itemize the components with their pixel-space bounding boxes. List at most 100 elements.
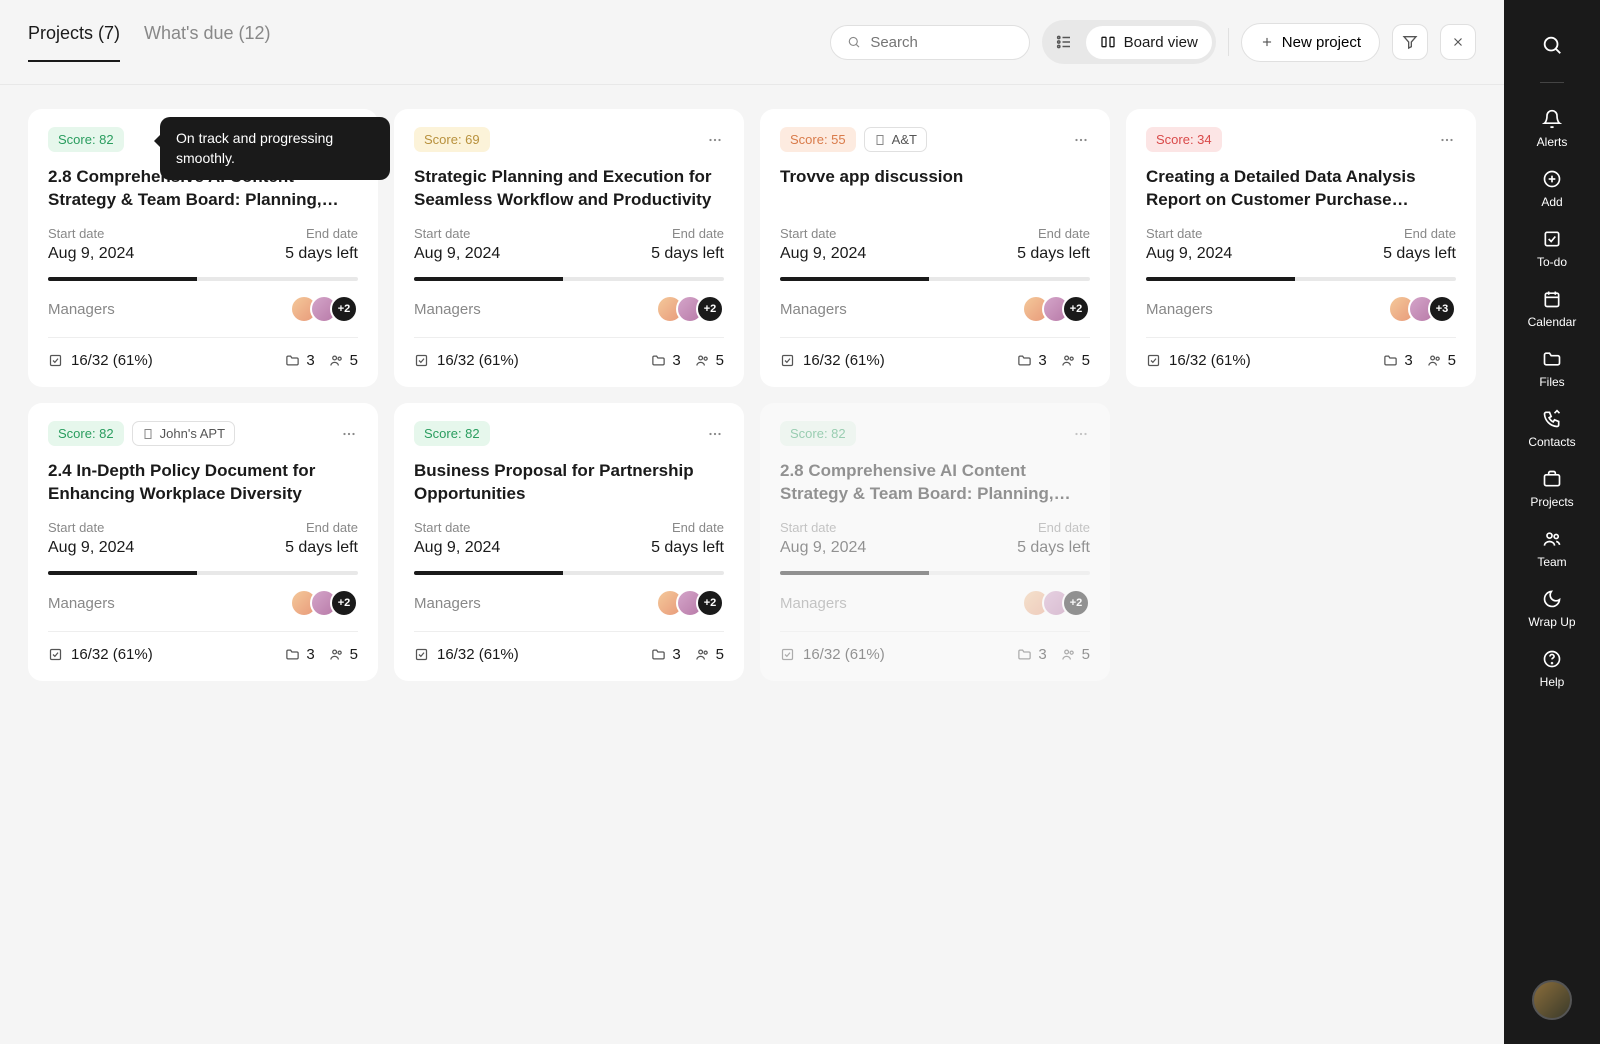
search-icon — [847, 34, 861, 50]
folder-icon — [1383, 353, 1398, 368]
project-card[interactable]: Score: 82 2.8 Comprehensive AI Content S… — [760, 403, 1110, 681]
apt-badge: John's APT — [132, 421, 235, 446]
apt-label: A&T — [892, 132, 917, 147]
tasks-count: 16/32 (61%) — [1169, 352, 1251, 369]
sidebar-todo[interactable]: To-do — [1504, 219, 1600, 279]
list-view-button[interactable] — [1046, 24, 1082, 60]
sidebar-contacts[interactable]: Contacts — [1504, 399, 1600, 459]
avatar-stack[interactable]: +3 — [1388, 295, 1456, 323]
card-menu-button[interactable] — [706, 131, 724, 149]
search-icon — [1541, 34, 1563, 56]
card-menu-button[interactable] — [1072, 425, 1090, 443]
project-card[interactable]: Score: 34 Creating a Detailed Data Analy… — [1126, 109, 1476, 387]
nav-label: Contacts — [1528, 435, 1575, 449]
card-menu-button[interactable] — [1438, 131, 1456, 149]
sidebar-help[interactable]: Help — [1504, 639, 1600, 699]
check-square-icon — [414, 647, 429, 662]
people-count: 5 — [716, 646, 724, 663]
nav-label: Files — [1539, 375, 1564, 389]
folder-icon — [285, 353, 300, 368]
progress-fill — [414, 571, 563, 575]
building-icon — [142, 428, 154, 440]
users-icon — [1542, 529, 1562, 549]
sidebar-files[interactable]: Files — [1504, 339, 1600, 399]
end-date-label: End date — [651, 226, 724, 241]
managers-label: Managers — [48, 301, 115, 318]
folders-count: 3 — [672, 352, 680, 369]
progress-bar — [414, 277, 724, 281]
user-avatar[interactable] — [1532, 980, 1572, 1020]
score-badge: Score: 34 — [1146, 127, 1222, 152]
start-date-label: Start date — [780, 226, 866, 241]
card-title: Creating a Detailed Data Analysis Report… — [1146, 166, 1456, 212]
end-date-value: 5 days left — [285, 245, 358, 263]
managers-label: Managers — [780, 301, 847, 318]
project-card[interactable]: Score: 55 A&T Trovve app discussion Star… — [760, 109, 1110, 387]
card-menu-button[interactable] — [1072, 131, 1090, 149]
filter-icon — [1402, 34, 1418, 50]
progress-bar — [414, 571, 724, 575]
progress-bar — [780, 277, 1090, 281]
managers-label: Managers — [48, 595, 115, 612]
sidebar-calendar[interactable]: Calendar — [1504, 279, 1600, 339]
sidebar-alerts[interactable]: Alerts — [1504, 99, 1600, 159]
sidebar-team[interactable]: Team — [1504, 519, 1600, 579]
avatar-stack[interactable]: +2 — [290, 295, 358, 323]
calendar-icon — [1542, 289, 1562, 309]
avatar-more: +2 — [696, 295, 724, 323]
board-view-button[interactable]: Board view — [1086, 26, 1212, 59]
progress-fill — [780, 571, 929, 575]
dots-icon — [1438, 131, 1456, 149]
card-menu-button[interactable] — [706, 425, 724, 443]
avatar-stack[interactable]: +2 — [656, 589, 724, 617]
end-date-value: 5 days left — [651, 245, 724, 263]
dots-icon — [1072, 425, 1090, 443]
sidebar-add[interactable]: Add — [1504, 159, 1600, 219]
nav-label: To-do — [1537, 255, 1567, 269]
sidebar-projects[interactable]: Projects — [1504, 459, 1600, 519]
start-date-value: Aug 9, 2024 — [48, 539, 134, 557]
folder-icon — [1017, 353, 1032, 368]
end-date-label: End date — [1017, 226, 1090, 241]
people-count: 5 — [1448, 352, 1456, 369]
avatar-stack[interactable]: +2 — [656, 295, 724, 323]
board: On track and progressing smoothly. Score… — [0, 85, 1504, 705]
users-icon — [695, 647, 710, 662]
avatar-stack[interactable]: +2 — [290, 589, 358, 617]
tab-whatsdue[interactable]: What's due (12) — [144, 23, 271, 62]
avatar-more: +3 — [1428, 295, 1456, 323]
users-icon — [1427, 353, 1442, 368]
folders-count: 3 — [1404, 352, 1412, 369]
dots-icon — [340, 425, 358, 443]
start-date-label: Start date — [1146, 226, 1232, 241]
filter-button[interactable] — [1392, 24, 1428, 60]
end-date-label: End date — [285, 520, 358, 535]
card-title: 2.4 In-Depth Policy Document for Enhanci… — [48, 460, 358, 506]
sidebar-search[interactable] — [1504, 24, 1600, 66]
new-project-button[interactable]: New project — [1241, 23, 1380, 62]
apt-badge: A&T — [864, 127, 927, 152]
avatar-stack[interactable]: +2 — [1022, 589, 1090, 617]
folders-count: 3 — [672, 646, 680, 663]
avatar-stack[interactable]: +2 — [1022, 295, 1090, 323]
list-icon — [1055, 33, 1073, 51]
project-card[interactable]: Score: 69 Strategic Planning and Executi… — [394, 109, 744, 387]
tab-projects[interactable]: Projects (7) — [28, 23, 120, 62]
search-input[interactable] — [870, 34, 1012, 51]
project-card[interactable]: Score: 82 John's APT 2.4 In-Depth Policy… — [28, 403, 378, 681]
close-icon — [1451, 35, 1465, 49]
end-date-label: End date — [1383, 226, 1456, 241]
card-menu-button[interactable] — [340, 425, 358, 443]
project-card[interactable]: On track and progressing smoothly. Score… — [28, 109, 378, 387]
tasks-count: 16/32 (61%) — [71, 646, 153, 663]
nav-label: Wrap Up — [1528, 615, 1575, 629]
end-date-label: End date — [285, 226, 358, 241]
sidebar-wrapup[interactable]: Wrap Up — [1504, 579, 1600, 639]
folders-count: 3 — [306, 646, 314, 663]
search-box[interactable] — [830, 25, 1030, 60]
apt-label: John's APT — [160, 426, 225, 441]
close-button[interactable] — [1440, 24, 1476, 60]
folder-icon — [1542, 349, 1562, 369]
project-card[interactable]: Score: 82 Business Proposal for Partners… — [394, 403, 744, 681]
building-icon — [874, 134, 886, 146]
